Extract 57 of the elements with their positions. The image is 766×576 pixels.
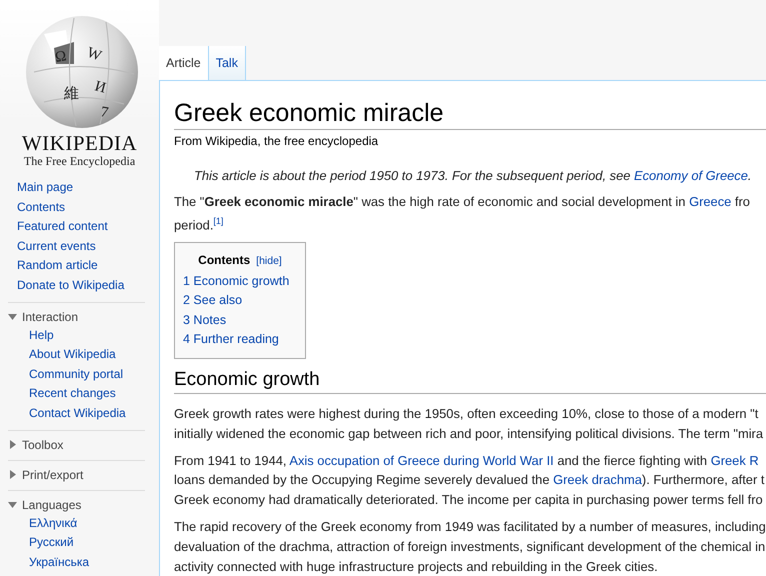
globe-glyph: И	[92, 78, 108, 97]
page-title: Greek economic miracle	[174, 97, 766, 130]
globe-glyph: 維	[64, 86, 78, 102]
portal-link[interactable]: Українська	[29, 552, 145, 572]
portal-link[interactable]: Русский	[29, 533, 145, 553]
article-link[interactable]: Greek R	[710, 452, 759, 468]
paragraph-line: devaluation of the drachma, attraction of foreign investments, significant development of the chemical in	[174, 538, 766, 556]
toc-section-link[interactable]: 1 Economic growth	[183, 272, 305, 292]
toc-section-link[interactable]: 4 Further reading	[183, 330, 305, 350]
toc-section-link[interactable]: 3 Notes	[183, 310, 305, 330]
article-link[interactable]: Greece	[689, 194, 732, 209]
paragraph-line: loans demanded by the Occupying Regime severely devalued the Greek drachma). Furthermore, after t	[174, 471, 766, 490]
nav-link[interactable]: Contents	[17, 198, 159, 218]
paragraph-line: period.$^{[1]}$	[174, 214, 224, 234]
paragraph-line: From 1941 to 1944, Axis occupation of Greece during World War II and the fierce fighting with Greek R	[174, 452, 760, 470]
toc-section-link[interactable]: 2 See also	[183, 291, 305, 311]
nav-link[interactable]: Donate to Wikipedia	[17, 276, 159, 296]
caret-down-icon[interactable]	[8, 502, 17, 508]
caret-down-icon[interactable]	[8, 314, 17, 320]
caret-right-icon[interactable]	[10, 470, 16, 480]
site-tagline: From Wikipedia, the free encyclopedia	[174, 134, 380, 148]
page-tab[interactable]: Article	[159, 46, 209, 81]
portal-heading[interactable]: Toolbox	[22, 438, 64, 452]
paragraph-line: activity connected with huge infrastructure projects and rebuilding in the Greek cities.	[174, 558, 659, 576]
wordmark: WIKIPEDIA	[22, 132, 138, 154]
portal-link[interactable]: Help	[29, 326, 145, 346]
paragraph-line: initially widened the economic gap between rich and poor, intensifying political divisions. The term "mira	[174, 424, 764, 443]
section-heading: Economic growth	[174, 367, 766, 394]
paragraph-line: Greek growth rates were highest during the 1950s, often exceeding 10%, close to those of a modern "t	[174, 405, 760, 424]
globe-glyph: Ω	[53, 48, 68, 66]
portal-link[interactable]: About Wikipedia	[29, 345, 145, 365]
article-link[interactable]: Greek drachma	[553, 472, 642, 488]
globe-glyph: W	[84, 44, 103, 65]
article-link[interactable]: Axis occupation of Greece during World War II	[289, 452, 554, 468]
paragraph-line: The "Greek economic miracle" was the high rate of economic and social development in Greece fro	[174, 192, 751, 211]
page-tab[interactable]: Talk	[208, 46, 246, 81]
footnote-link[interactable]: [1]	[213, 216, 224, 226]
paragraph-line: The rapid recovery of the Greek economy from 1949 was facilitated by a number of measures, including	[174, 518, 766, 536]
portal-link[interactable]: Contact Wikipedia	[29, 404, 145, 424]
hatnote: This article is about the period 1950 to 1973. For the subsequent period, see Economy of Greece.	[193, 167, 753, 185]
portal-heading[interactable]: Print/export	[22, 468, 84, 482]
nav-link[interactable]: Random article	[17, 256, 159, 276]
portal-link[interactable]: Ελληνικά	[29, 514, 145, 534]
nav-link[interactable]: Main page	[17, 178, 159, 198]
portal-heading[interactable]: Interaction	[22, 310, 78, 324]
portal-link[interactable]: Community portal	[29, 364, 145, 384]
hide-link[interactable]: [hide]	[256, 254, 282, 267]
nav-link[interactable]: Current events	[17, 236, 159, 256]
contents-title: Contents	[198, 252, 250, 269]
nav-link[interactable]: Featured content	[17, 217, 159, 237]
portal-link[interactable]: Recent changes	[29, 384, 145, 404]
paragraph-line: Greek economy had dramatically deteriorated. The income per capita in purchasing power terms fell fro	[174, 491, 764, 510]
article-link[interactable]: Economy of Greece	[634, 168, 748, 183]
globe-glyph: 7	[98, 104, 109, 122]
portal-heading[interactable]: Languages	[22, 498, 82, 512]
logo-tagline: The Free Encyclopedia	[24, 154, 136, 168]
caret-right-icon[interactable]	[10, 440, 16, 450]
